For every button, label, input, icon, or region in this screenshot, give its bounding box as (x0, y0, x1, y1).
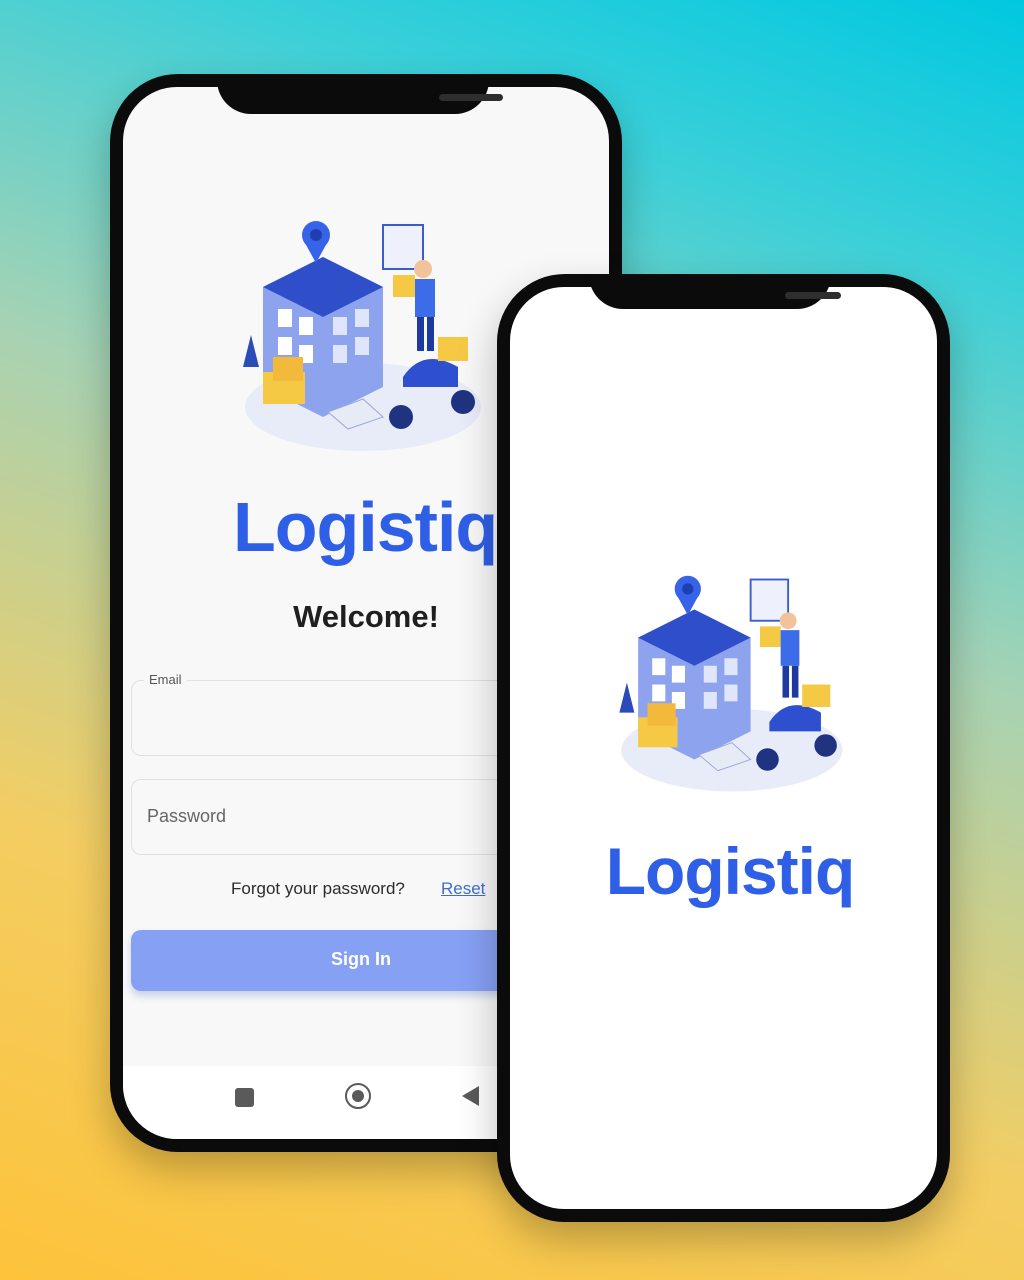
password-placeholder: Password (147, 806, 227, 826)
reset-link[interactable]: Reset (441, 879, 485, 899)
brand-logo: Logistiq (233, 488, 498, 566)
front-phone-speaker (785, 292, 841, 299)
back-phone-speaker (439, 94, 503, 101)
email-field[interactable]: Email (131, 672, 523, 756)
forgot-password-text: Forgot your password? (231, 879, 405, 898)
splash-screen: Logistiq (510, 287, 937, 1209)
square-icon[interactable] (235, 1088, 254, 1107)
front-phone-notch (589, 274, 841, 309)
splash-phone: Logistiq (497, 274, 950, 1222)
email-label: Email (144, 672, 187, 687)
delivery-illustration (619, 575, 843, 792)
splash-brand-logo: Logistiq (605, 834, 856, 908)
password-field[interactable]: Password (131, 779, 523, 855)
home-circle-icon[interactable] (345, 1083, 371, 1109)
home-dot-icon (352, 1090, 364, 1102)
back-phone-notch (217, 74, 503, 114)
back-triangle-icon[interactable] (462, 1086, 479, 1106)
delivery-illustration (243, 221, 481, 451)
sign-in-button[interactable]: Sign In (131, 930, 531, 991)
